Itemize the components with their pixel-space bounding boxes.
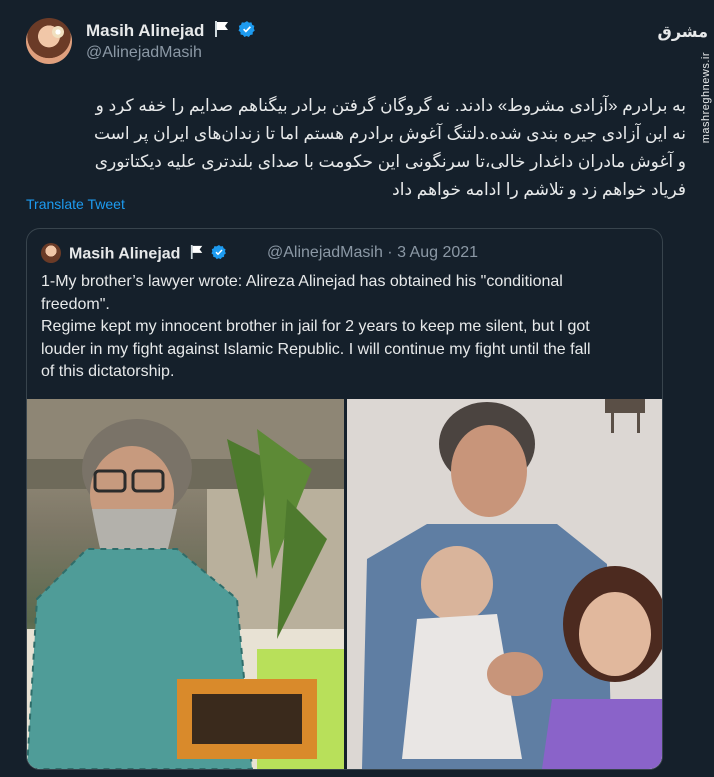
quoted-text-line: of this dictatorship. (41, 363, 175, 380)
author-name[interactable]: Masih Alinejad (86, 21, 204, 40)
tweet-card: Masih Alinejad @AlinejadMasih به برادرم … (0, 0, 714, 777)
watermark-logo: مشرق (657, 24, 708, 41)
white-flag-icon (214, 20, 230, 43)
quoted-text-line: Regime kept my innocent brother in jail … (41, 318, 590, 335)
verified-badge-icon (211, 244, 227, 265)
tweet-text-line: نه این آزادی جیره بندی شده.دلتنگ آغوش بر… (93, 124, 686, 143)
photo-brother-with-children[interactable] (347, 399, 662, 769)
quoted-author-name: Masih Alinejad (69, 245, 181, 263)
tweet-text-line: به برادرم «آزادی مشروط» دادند. نه گروگان… (95, 96, 686, 115)
watermark-site: mashreghnews.ir (700, 52, 712, 144)
quoted-text-line: freedom". (41, 295, 110, 313)
quoted-avatar[interactable] (41, 243, 61, 263)
quoted-text-line: 1-My brother’s lawyer wrote: Alireza Ali… (41, 273, 563, 290)
translate-tweet-link[interactable]: Translate Tweet (26, 196, 125, 212)
quoted-name-row: Masih Alinejad (69, 244, 227, 265)
quoted-text-line: louder in my fight against Islamic Repub… (41, 340, 591, 358)
quoted-tweet[interactable]: Masih Alinejad @AlinejadMasih · 3 Aug 20… (26, 228, 663, 770)
quoted-handle-date: @AlinejadMasih · 3 Aug 2021 (267, 244, 479, 261)
verified-badge-icon (238, 20, 256, 43)
tweet-text-line: فریاد خواهم زد و تلاشم را ادامه خواهم دا… (392, 180, 686, 199)
quoted-text: 1-My brother’s lawyer wrote: Alireza Ali… (41, 271, 651, 384)
photo-brother-outdoors[interactable] (27, 399, 344, 769)
tweet-text: به برادرم «آزادی مشروط» دادند. نه گروگان… (26, 92, 686, 204)
author-avatar[interactable] (26, 18, 72, 64)
author-handle[interactable]: @AlinejadMasih (86, 44, 202, 62)
white-flag-icon (190, 244, 204, 265)
author-name-row[interactable]: Masih Alinejad (86, 20, 256, 43)
flower-decoration (52, 26, 64, 38)
tweet-text-line: و آغوش مادران داغدار خالی،تا سرنگونی این… (94, 152, 686, 171)
site-watermark: مشرق mashreghnews.ir (658, 12, 712, 143)
